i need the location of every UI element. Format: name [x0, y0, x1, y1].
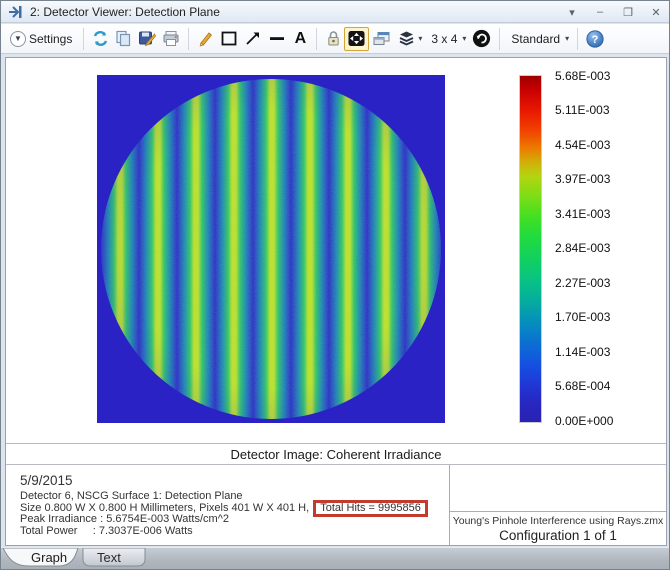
detector-viewer-window: 2: Detector Viewer: Detection Plane ▾ – …: [0, 0, 670, 570]
colorbar-label: 5.68E-003: [555, 69, 611, 83]
chevron-down-circle-icon: ▼: [10, 30, 26, 47]
colorbar-label: 3.41E-003: [555, 207, 611, 221]
duplicate-window-button[interactable]: [369, 27, 394, 51]
reset-circle-icon: [473, 29, 491, 48]
total-power-line: Total Power : 7.3037E-006 Watts: [20, 524, 193, 537]
toolbar-separator: [316, 27, 318, 50]
print-icon: [163, 31, 179, 46]
minimize-button[interactable]: –: [593, 6, 607, 18]
refresh-icon: [94, 31, 108, 46]
standard-label: Standard: [511, 31, 561, 46]
aspect-arrows-icon: [348, 31, 365, 46]
maximize-button[interactable]: ❐: [621, 6, 635, 19]
grid-size-dropdown-button[interactable]: 3 x 4 ▾: [425, 27, 469, 51]
help-icon: ?: [586, 29, 604, 48]
detector-image: [97, 75, 445, 423]
save-icon: [139, 31, 157, 47]
total-hits-annotation: Total Hits = 9995856: [313, 499, 428, 517]
lens-file-area: Young's Pinhole Interference using Rays.…: [450, 511, 666, 545]
lens-info-panel: Young's Pinhole Interference using Rays.…: [449, 465, 666, 545]
auto-aspect-button[interactable]: [344, 26, 370, 51]
lens-file-name: Young's Pinhole Interference using Rays.…: [452, 515, 664, 527]
footer: 5/9/2015 Detector 6, NSCG Surface 1: Det…: [6, 465, 666, 545]
colorbar-label: 4.54E-003: [555, 138, 611, 152]
copy-icon: [116, 30, 131, 47]
draw-arrow-tool-button[interactable]: [241, 27, 265, 51]
colorbar-label: 2.27E-003: [555, 276, 611, 290]
rectangle-icon: [221, 31, 237, 46]
configuration-text: Configuration 1 of 1: [499, 528, 617, 543]
colorbar: [519, 75, 542, 423]
close-button[interactable]: ✕: [649, 6, 663, 19]
pencil-icon: [199, 32, 213, 47]
window-copy-icon: [373, 32, 390, 45]
viewer-content: 5.68E-003 5.11E-003 4.54E-003 3.97E-003 …: [5, 57, 667, 546]
toolbar-separator: [499, 27, 501, 50]
toolbar-separator: [188, 27, 190, 50]
title-bar: 2: Detector Viewer: Detection Plane ▾ – …: [1, 1, 669, 23]
colorbar-label: 1.14E-003: [555, 345, 611, 359]
colorbar-label: 1.70E-003: [555, 310, 611, 324]
window-menu-caret[interactable]: ▾: [565, 6, 579, 19]
toolbar-separator: [83, 27, 85, 50]
reset-view-button[interactable]: [469, 27, 494, 51]
copy-button[interactable]: [112, 27, 135, 51]
toolbar: ▼ Settings A ▾ 3 x 4 ▾ Standard ▾ ?: [1, 24, 669, 54]
detector-info-panel: 5/9/2015 Detector 6, NSCG Surface 1: Det…: [6, 465, 449, 545]
grid-size-label: 3 x 4: [431, 31, 458, 46]
window-title: 2: Detector Viewer: Detection Plane: [30, 4, 220, 19]
lock-button[interactable]: [322, 27, 344, 51]
caption-bar: Detector Image: Coherent Irradiance: [6, 443, 666, 465]
draw-horizontal-line-tool-button[interactable]: [265, 27, 289, 51]
standard-dropdown-button[interactable]: Standard ▾: [505, 27, 572, 51]
draw-line-tool-button[interactable]: [194, 27, 217, 51]
tab-text[interactable]: Text: [97, 550, 121, 565]
layers-dropdown-button[interactable]: ▾: [394, 27, 425, 51]
colorbar-label: 3.97E-003: [555, 172, 611, 186]
lens-info-empty-area: [450, 465, 666, 511]
interference-fringe-pattern: [101, 79, 441, 419]
tab-graph[interactable]: Graph: [31, 550, 67, 565]
settings-label: Settings: [29, 31, 73, 46]
toolbar-separator: [577, 27, 579, 50]
colorbar-label: 0.00E+000: [555, 414, 614, 428]
horizontal-line-icon: [270, 37, 285, 40]
bottom-tab-bar: Graph Text: [1, 547, 669, 569]
chevron-down-icon: ▾: [565, 34, 570, 43]
refresh-button[interactable]: [89, 27, 112, 51]
settings-dropdown-button[interactable]: ▼ Settings: [7, 27, 78, 51]
colorbar-label: 5.68E-004: [555, 379, 611, 393]
save-button[interactable]: [135, 27, 159, 51]
plot-caption: Detector Image: Coherent Irradiance: [230, 446, 442, 462]
print-button[interactable]: [159, 27, 183, 51]
help-button[interactable]: ?: [583, 27, 607, 51]
add-text-tool-button[interactable]: A: [289, 27, 311, 51]
layers-icon: [399, 31, 414, 46]
chevron-down-icon: ▾: [418, 34, 423, 43]
svg-text:?: ?: [592, 34, 599, 46]
colorbar-label: 2.84E-003: [555, 241, 611, 255]
size-text: Size 0.800 W X 0.800 H Millimeters, Pixe…: [20, 501, 313, 514]
lock-icon: [328, 31, 339, 46]
text-a-icon: A: [294, 29, 307, 47]
date-text: 5/9/2015: [20, 473, 73, 488]
arrow-icon: [246, 32, 260, 45]
draw-rectangle-tool-button[interactable]: [217, 27, 241, 51]
colorbar-label: 5.11E-003: [555, 103, 610, 117]
chevron-down-icon: ▾: [462, 34, 467, 43]
aperture-edge-shade: [101, 79, 441, 419]
detector-window-icon: [7, 4, 25, 20]
